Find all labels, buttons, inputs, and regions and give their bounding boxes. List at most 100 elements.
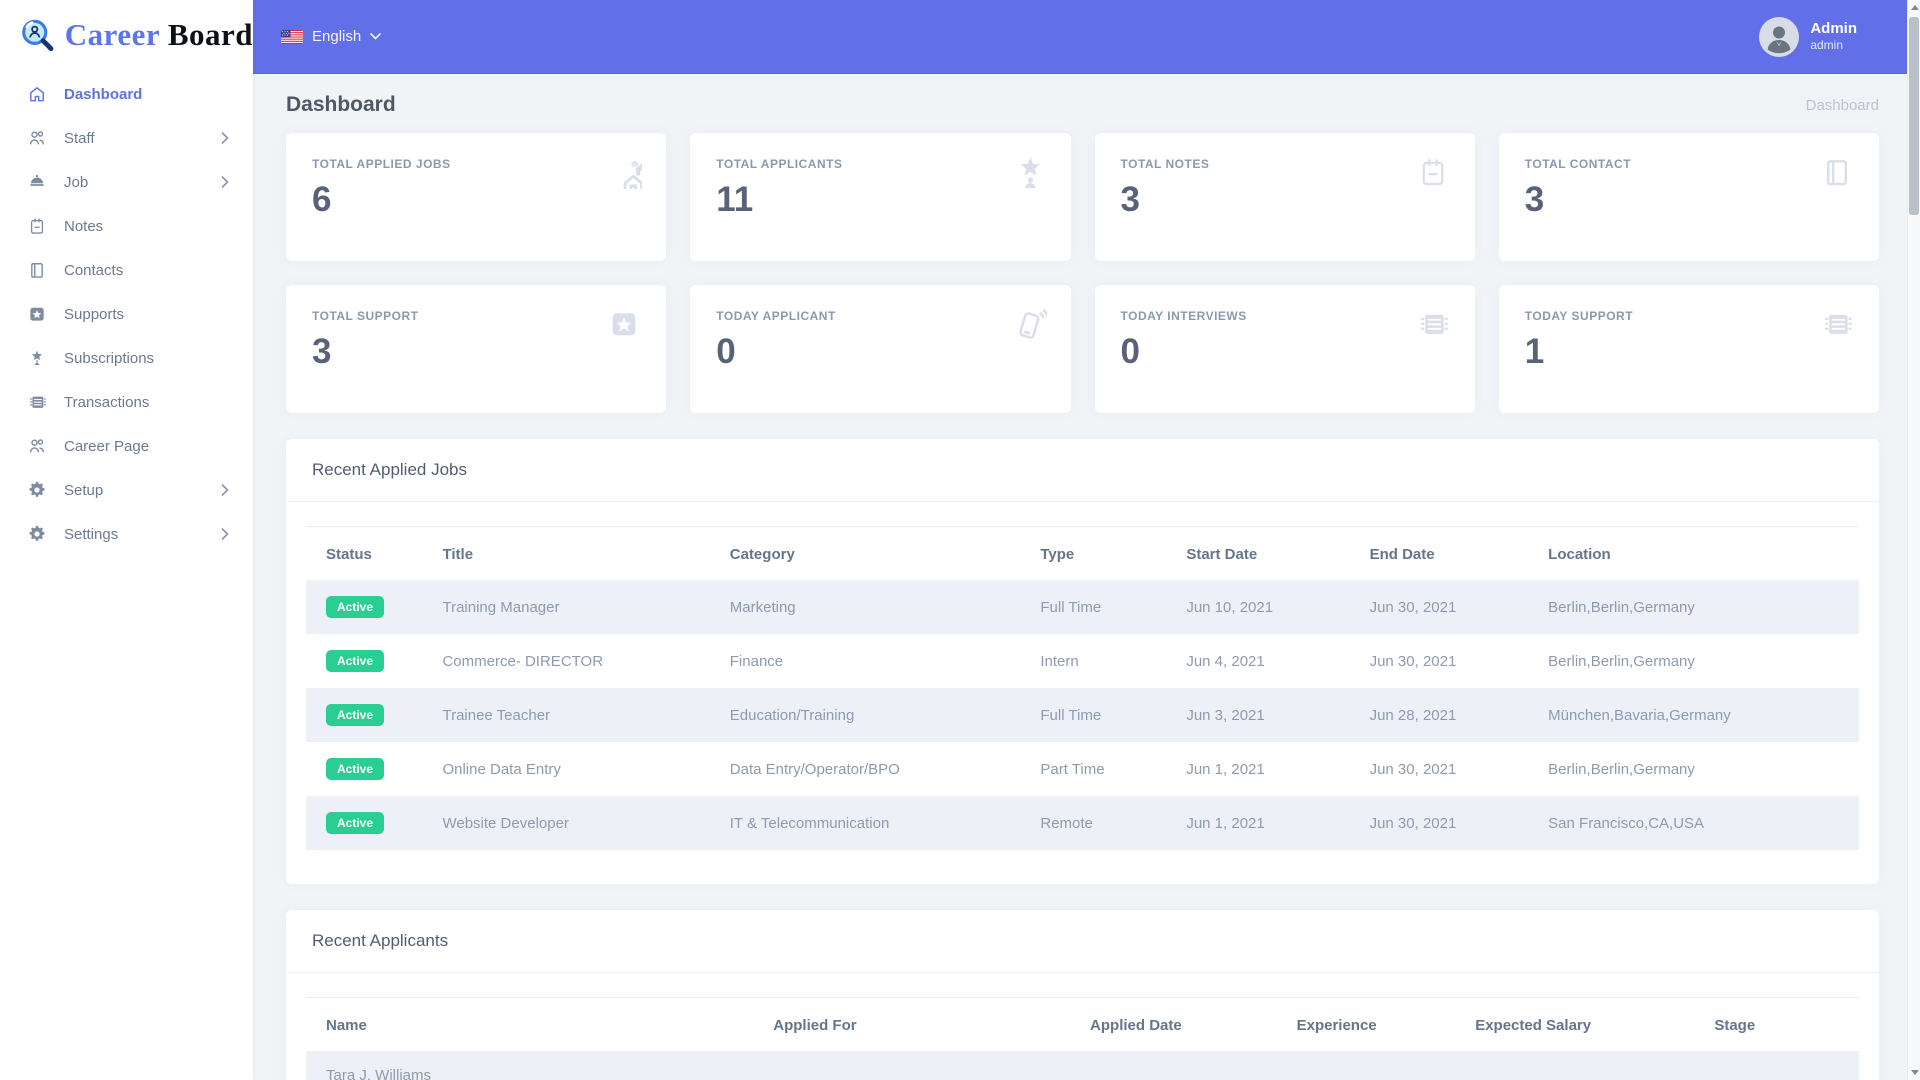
scrollbar-up-arrow[interactable] bbox=[1908, 0, 1920, 15]
sidebar-item-subscriptions[interactable]: Subscriptions bbox=[0, 336, 253, 380]
chip-icon bbox=[1819, 307, 1855, 341]
job-type-cell: Remote bbox=[1040, 814, 1093, 832]
sidebar-item-label: Subscriptions bbox=[64, 349, 155, 367]
contact-book-icon bbox=[1819, 155, 1855, 189]
contact-book-icon bbox=[27, 259, 47, 281]
column-header: Start Date bbox=[1186, 546, 1258, 563]
column-header: Title bbox=[442, 546, 474, 563]
job-start-date-cell: Jun 10, 2021 bbox=[1186, 598, 1274, 616]
people-icon bbox=[27, 127, 47, 149]
sidebar-item-label: Contacts bbox=[64, 261, 124, 279]
stat-value: 1 bbox=[1524, 332, 1545, 371]
sidebar-item-label: Transactions bbox=[64, 393, 150, 411]
sidebar-item-label: Staff bbox=[64, 129, 95, 147]
table-row: Active Online Data Entry Data Entry/Operat… bbox=[306, 742, 1859, 796]
recent-applicants-title: Recent Applicants bbox=[312, 931, 449, 950]
status-badge: Active bbox=[326, 758, 385, 780]
stat-value: 0 bbox=[716, 332, 736, 371]
stat-value: 3 bbox=[312, 332, 332, 371]
job-start-date-cell: Jun 1, 2021 bbox=[1186, 760, 1265, 778]
topbar: English Admin admin bbox=[253, 0, 1907, 74]
scrollbar-down-arrow[interactable] bbox=[1908, 1065, 1920, 1080]
job-start-date-cell: Jun 3, 2021 bbox=[1186, 706, 1265, 724]
stat-label: TOTAL SUPPORT bbox=[312, 309, 419, 323]
stat-card-today-applicant: TODAY APPLICANT 0 bbox=[690, 285, 1071, 413]
job-end-date-cell: Jun 30, 2021 bbox=[1369, 598, 1457, 616]
job-location-cell: Berlin,Berlin,Germany bbox=[1548, 598, 1695, 616]
job-start-date-cell: Jun 1, 2021 bbox=[1186, 814, 1265, 832]
job-type-cell: Intern bbox=[1040, 652, 1079, 670]
scrollbar bbox=[1907, 0, 1920, 1080]
job-end-date-cell: Jun 30, 2021 bbox=[1369, 652, 1457, 670]
home-icon bbox=[27, 83, 47, 105]
gear-icon bbox=[27, 523, 47, 545]
applicant-expected-salary-cell: $5000 bbox=[1455, 1051, 1694, 1080]
stat-label: TOTAL APPLIED JOBS bbox=[312, 157, 451, 171]
avatar bbox=[1759, 16, 1800, 57]
sidebar-item-contacts[interactable]: Contacts bbox=[0, 248, 253, 292]
sidebar-item-settings[interactable]: Settings bbox=[0, 512, 253, 556]
applicant-applied-for-cell: Commerce- DIRECTOR bbox=[753, 1051, 1070, 1080]
user-menu[interactable]: Admin admin bbox=[1759, 16, 1857, 57]
language-selector[interactable]: English bbox=[281, 28, 382, 45]
sidebar-item-dashboard[interactable]: Dashboard bbox=[0, 72, 253, 116]
sidebar: Career Board Dashboard Staff Job Notes Con… bbox=[0, 0, 253, 1080]
chip-icon bbox=[27, 391, 47, 413]
recent-applicants-panel: Recent Applicants Name Applied For Applied… bbox=[286, 910, 1879, 1080]
job-category-cell: Education/Training bbox=[729, 706, 855, 724]
column-header: Category bbox=[729, 546, 795, 563]
sidebar-item-setup[interactable]: Setup bbox=[0, 468, 253, 512]
table-row: Active Training Manager Marketing Full Time… bbox=[306, 580, 1859, 634]
stat-label: TODAY APPLICANT bbox=[716, 309, 836, 323]
stat-label: TODAY INTERVIEWS bbox=[1120, 309, 1247, 323]
sidebar-item-job[interactable]: Job bbox=[0, 160, 253, 204]
brand-logo[interactable]: Career Board bbox=[0, 0, 253, 70]
notes-icon bbox=[27, 215, 47, 237]
breadcrumb[interactable]: Dashboard bbox=[1806, 97, 1879, 114]
recent-jobs-thead: Status Title Category Type Start Date End Dat… bbox=[306, 527, 1859, 581]
stats-grid: TOTAL APPLIED JOBS 6 TOTAL APPLICANTS 11 TOT… bbox=[286, 133, 1879, 413]
recent-applicants-table: Name Applied For Applied Date Experience Exp… bbox=[306, 997, 1859, 1080]
sidebar-item-label: Setup bbox=[64, 481, 104, 499]
stat-label: TOTAL NOTES bbox=[1120, 157, 1210, 171]
stat-label: TODAY SUPPORT bbox=[1524, 309, 1634, 323]
sidebar-item-label: Supports bbox=[64, 305, 125, 323]
stat-card-total-applicants: TOTAL APPLICANTS 11 bbox=[690, 133, 1071, 261]
applicant-experience-cell: 2 Year bbox=[1277, 1051, 1456, 1080]
table-row: Active Trainee Teacher Education/Training F… bbox=[306, 688, 1859, 742]
job-end-date-cell: Jun 30, 2021 bbox=[1369, 814, 1457, 832]
sidebar-item-label: Settings bbox=[64, 525, 119, 543]
scrollbar-thumb[interactable] bbox=[1909, 17, 1919, 215]
stat-card-today-support: TODAY SUPPORT 1 bbox=[1498, 285, 1879, 413]
applicant-applied-date-cell: Jun 14, 2021 bbox=[1070, 1051, 1277, 1080]
chevron-right-icon bbox=[221, 176, 229, 188]
sidebar-item-staff[interactable]: Staff bbox=[0, 116, 253, 160]
job-status-cell: Active bbox=[306, 688, 422, 742]
sidebar-item-career-page[interactable]: Career Page bbox=[0, 424, 253, 468]
recent-applicants-header: Recent Applicants bbox=[286, 910, 1879, 973]
job-category-cell: Finance bbox=[729, 652, 784, 670]
column-header: Experience bbox=[1296, 1017, 1377, 1034]
job-icon bbox=[27, 171, 47, 193]
table-row: Active Commerce- DIRECTOR Finance Intern Jun… bbox=[306, 634, 1859, 688]
job-start-date-cell: Jun 4, 2021 bbox=[1186, 652, 1265, 670]
status-badge: Active bbox=[326, 650, 385, 672]
column-header: Expected Salary bbox=[1475, 1017, 1592, 1034]
job-title-cell: Website Developer bbox=[442, 814, 569, 832]
stat-value: 3 bbox=[1120, 180, 1140, 219]
stat-card-today-interviews: TODAY INTERVIEWS 0 bbox=[1094, 285, 1475, 413]
recent-jobs-panel: Recent Applied Jobs Status Title Category T… bbox=[286, 439, 1879, 884]
chip-icon bbox=[1415, 307, 1451, 341]
sidebar-item-notes[interactable]: Notes bbox=[0, 204, 253, 248]
sidebar-item-supports[interactable]: Supports bbox=[0, 292, 253, 336]
job-category-cell: Data Entry/Operator/BPO bbox=[729, 760, 900, 778]
notepad-icon bbox=[1415, 155, 1451, 189]
applicant-name-cell: Tara J. WilliamsTaraJWilliams@dayrep.com bbox=[306, 1051, 753, 1080]
magnifier-logo-icon bbox=[22, 19, 54, 52]
recent-jobs-header: Recent Applied Jobs bbox=[286, 439, 1879, 502]
job-type-cell: Part Time bbox=[1040, 760, 1105, 778]
people-icon bbox=[27, 435, 47, 457]
phone-icon bbox=[1011, 307, 1047, 341]
star-badge-icon bbox=[606, 307, 642, 341]
sidebar-item-transactions[interactable]: Transactions bbox=[0, 380, 253, 424]
